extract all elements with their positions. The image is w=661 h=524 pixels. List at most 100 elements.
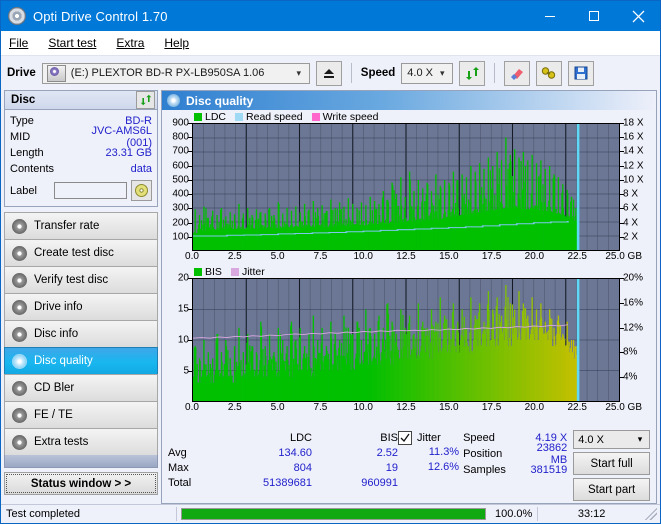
axis-tick: 8% bbox=[623, 347, 637, 358]
jitter-max-value: 12.6% bbox=[398, 460, 463, 475]
eject-button[interactable] bbox=[316, 61, 342, 86]
axis-tick: 22.5 bbox=[567, 251, 586, 262]
axis-tick: 4 X bbox=[623, 217, 638, 228]
disc-info-panel: Type BD-R MID JVC-AMS6L (001) Length 23.… bbox=[4, 110, 158, 207]
title-bar: Opti Drive Control 1.70 bbox=[1, 1, 660, 31]
disc-length-label: Length bbox=[10, 147, 70, 159]
disc-extra-icon bbox=[12, 435, 27, 450]
maximize-button[interactable] bbox=[572, 1, 616, 31]
legend-swatch-read-speed bbox=[235, 113, 243, 121]
legend-swatch-write-speed bbox=[312, 113, 320, 121]
tools-button[interactable] bbox=[536, 61, 562, 86]
tools-icon bbox=[541, 66, 557, 80]
sidebar-item-label: Create test disc bbox=[34, 247, 114, 259]
stats-avg-ldc: 134.60 bbox=[226, 447, 312, 459]
disc-mid-value: JVC-AMS6L (001) bbox=[70, 125, 152, 149]
refresh-drive-button[interactable] bbox=[459, 61, 485, 86]
disc-row-contents: Contents data bbox=[10, 161, 152, 177]
sidebar-item-label: CD Bler bbox=[34, 382, 74, 394]
test-speed-select[interactable]: 4.0 X ▾ bbox=[573, 430, 650, 449]
axis-tick: 200 bbox=[172, 217, 189, 228]
axis-tick: 25.0 GB bbox=[605, 251, 642, 262]
speed-select[interactable]: 4.0 X ▾ bbox=[401, 63, 453, 84]
axis-tickmark bbox=[620, 352, 624, 353]
save-button[interactable] bbox=[568, 61, 594, 86]
stats-max-bis: 19 bbox=[312, 462, 398, 474]
axis-tick: 500 bbox=[172, 174, 189, 185]
disc-label-button[interactable] bbox=[131, 180, 152, 201]
erase-button[interactable] bbox=[504, 61, 530, 86]
sidebar-item-drive-info[interactable]: Drive info bbox=[4, 293, 158, 320]
axis-tickmark bbox=[620, 208, 624, 209]
app-disc-icon bbox=[8, 7, 26, 25]
progress-bar bbox=[181, 508, 486, 520]
menu-extra[interactable]: Extra bbox=[116, 36, 144, 50]
axis-tick: 17.5 bbox=[482, 402, 501, 413]
refresh-icon bbox=[140, 94, 152, 106]
axis-tick: 300 bbox=[172, 203, 189, 214]
readout-label-position: Position bbox=[463, 448, 521, 460]
axis-tick: 8 X bbox=[623, 189, 638, 200]
minimize-button[interactable] bbox=[528, 1, 572, 31]
refresh-icon bbox=[465, 66, 480, 81]
window-controls bbox=[528, 1, 660, 31]
elapsed-time: 33:12 bbox=[573, 505, 611, 523]
stats-label-max: Max bbox=[168, 462, 226, 474]
drive-select-value: (E:) PLEXTOR BD-R PX-LB950SA 1.06 bbox=[68, 67, 291, 79]
menu-help[interactable]: Help bbox=[164, 36, 189, 50]
jitter-checkbox-row[interactable]: Jitter bbox=[398, 430, 463, 445]
close-button[interactable] bbox=[616, 1, 660, 31]
sidebar-item-disc-quality[interactable]: Disc quality bbox=[4, 347, 158, 374]
sidebar-item-create-test-disc[interactable]: Create test disc bbox=[4, 239, 158, 266]
readout-row-samples: Samples 381519 bbox=[463, 462, 573, 478]
axis-tick: 4% bbox=[623, 372, 637, 383]
axis-tick: 5.0 bbox=[271, 251, 285, 262]
chart-bis-series bbox=[193, 279, 619, 401]
chart-ldc-series bbox=[193, 124, 619, 250]
axis-tick: 700 bbox=[172, 146, 189, 157]
axis-tick: 10 X bbox=[623, 174, 644, 185]
charts-area: LDC Read speed Write speed 1002003004005… bbox=[162, 110, 656, 427]
status-divider-1 bbox=[176, 507, 177, 521]
resize-grip-icon[interactable] bbox=[645, 508, 657, 520]
stats-area: LDC BIS Avg 134.60 2.52 Max 804 19 Tot bbox=[162, 427, 656, 503]
progress-bar-fill bbox=[182, 509, 485, 519]
jitter-block: Jitter 11.3% 12.6% bbox=[398, 430, 463, 501]
axis-tick: 15.0 bbox=[439, 251, 458, 262]
axis-tick: 6 X bbox=[623, 203, 638, 214]
sidebar-item-cd-bler[interactable]: CD Bler bbox=[4, 374, 158, 401]
drive-label: Drive bbox=[7, 67, 36, 79]
chart-bis-y-axis-right: 4%8%12%16%20% bbox=[620, 278, 654, 402]
stats-avg-bis: 2.52 bbox=[312, 447, 398, 459]
status-window-button[interactable]: Status window > > bbox=[4, 472, 158, 495]
axis-tick: 12% bbox=[623, 322, 643, 333]
disc-quality-panel: Disc quality LDC Read speed Write speed … bbox=[161, 90, 657, 504]
optical-drive-icon bbox=[47, 65, 66, 82]
jitter-checkbox[interactable] bbox=[398, 431, 412, 445]
disc-label-input[interactable] bbox=[54, 182, 127, 199]
menu-extra-label: Extra bbox=[116, 36, 144, 50]
disc-verify-icon bbox=[12, 273, 27, 288]
menu-file[interactable]: File bbox=[9, 36, 28, 50]
legend-swatch-ldc bbox=[194, 113, 202, 121]
sidebar-item-transfer-rate[interactable]: Transfer rate bbox=[4, 212, 158, 239]
axis-tick: 10.0 bbox=[353, 251, 372, 262]
readout-block: Speed 4.19 X Position 23862 MB Samples 3… bbox=[463, 430, 573, 501]
sidebar-item-disc-info[interactable]: Disc info bbox=[4, 320, 158, 347]
disc-refresh-button[interactable] bbox=[136, 91, 155, 109]
chart-ldc: LDC Read speed Write speed 1002003004005… bbox=[164, 110, 654, 265]
axis-tick: 7.5 bbox=[313, 251, 327, 262]
sidebar-item-extra-tests[interactable]: Extra tests bbox=[4, 428, 158, 455]
sidebar-item-verify-test-disc[interactable]: Verify test disc bbox=[4, 266, 158, 293]
readout-label-samples: Samples bbox=[463, 464, 521, 476]
start-full-button[interactable]: Start full bbox=[573, 452, 650, 475]
axis-tickmark bbox=[620, 377, 624, 378]
legend-swatch-bis bbox=[194, 268, 202, 276]
start-part-button[interactable]: Start part bbox=[573, 478, 650, 501]
drive-select[interactable]: (E:) PLEXTOR BD-R PX-LB950SA 1.06 ▾ bbox=[42, 63, 310, 84]
menu-help-label: Help bbox=[164, 36, 189, 50]
axis-tick: 25.0 GB bbox=[605, 402, 642, 413]
stats-total-ldc: 51389681 bbox=[226, 477, 312, 489]
menu-start-test[interactable]: Start test bbox=[48, 36, 96, 50]
sidebar-item-fe-te[interactable]: FE / TE bbox=[4, 401, 158, 428]
